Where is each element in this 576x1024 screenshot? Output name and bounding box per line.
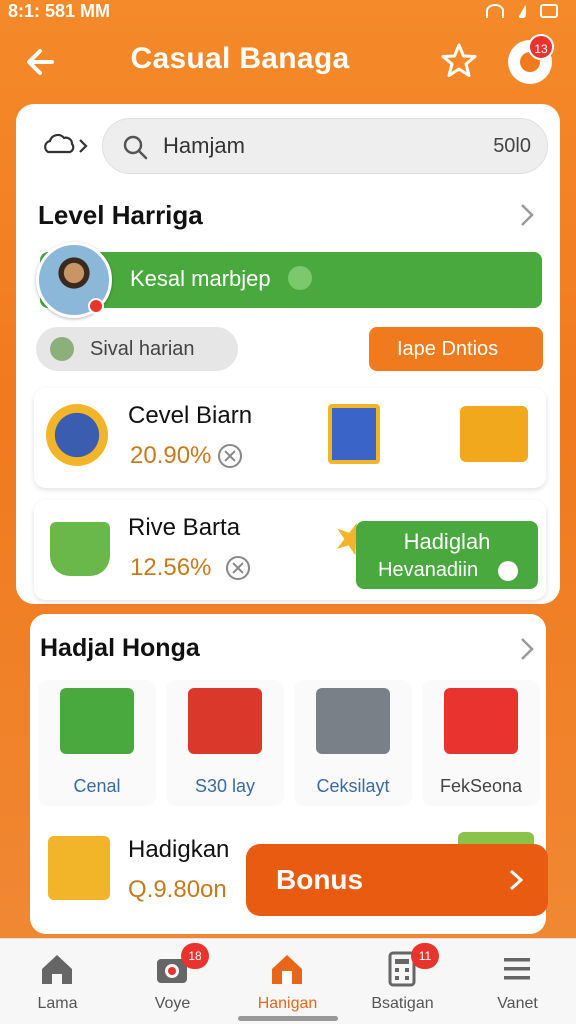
gift-art-icon (60, 688, 134, 754)
reward-title: Cevel Biarn (128, 402, 253, 429)
banner-text: Kesal marbjep (130, 266, 271, 291)
close-icon[interactable] (218, 444, 242, 468)
battery-icon (540, 4, 558, 18)
nav-label: Voye (154, 995, 191, 1012)
notification-badge: 13 (528, 34, 554, 60)
ticket-card-icon (444, 688, 518, 754)
gift-tile[interactable]: Cenal (38, 680, 156, 806)
ticket-icon (328, 404, 380, 464)
reward-value: 12.56% (130, 554, 212, 581)
arrow-circle-icon (498, 561, 518, 581)
signal-icon (518, 4, 526, 18)
wifi-icon (486, 4, 504, 18)
nav-label: Vanet (497, 995, 538, 1012)
nav-label: Lama (37, 995, 78, 1012)
home-indicator[interactable] (238, 1016, 338, 1021)
nav-item-vanet[interactable]: Vanet (460, 939, 575, 1024)
search-row: Hamjam 50l0 (36, 118, 548, 174)
daily-pill[interactable]: Sival harian (36, 327, 238, 371)
gift-label: FekSeona (439, 776, 523, 796)
nav-label: Bsatigan (371, 995, 434, 1012)
level-section-title: Level Harriga (38, 200, 203, 230)
reward-value: 20.90% (130, 442, 212, 469)
status-bar: 8:1: 581 MM (0, 0, 576, 22)
nav-item-voye[interactable]: 18 Voye (115, 939, 230, 1024)
bottom-nav: Lama 18 Voye Hanigan 11 Bsatigan Vanet (0, 938, 576, 1024)
claim-button-line2: Hevanadiin (378, 559, 479, 581)
gift-tile[interactable]: Ceksilayt (294, 680, 412, 806)
options-button-label: Iape Dntios (397, 338, 499, 360)
nav-badge: 11 (411, 943, 439, 969)
nav-badge: 18 (181, 943, 209, 969)
gift-box-icon (188, 688, 262, 754)
chevron-right-icon (509, 869, 524, 891)
avatar-status-badge (88, 298, 104, 314)
menu-icon (504, 958, 530, 980)
gift-section-title: Hadjal Honga (40, 634, 200, 662)
gift-label: S30 lay (194, 776, 256, 796)
chevron-right-icon[interactable] (518, 636, 536, 662)
app-header: Casual Banaga 13 (0, 28, 576, 94)
reward-row-level[interactable]: Cevel Biarn 20.90% (34, 388, 546, 488)
search-query: Hamjam (163, 133, 245, 158)
bucket-icon (50, 522, 110, 576)
status-icons (486, 4, 558, 18)
star-icon[interactable] (438, 40, 480, 82)
nav-item-bsatigan[interactable]: 11 Bsatigan (345, 939, 460, 1024)
cloud-icon[interactable] (40, 130, 92, 160)
leaf-icon (50, 337, 74, 361)
treasure-chest-icon (48, 836, 110, 900)
close-icon[interactable] (226, 556, 250, 580)
home-icon (272, 955, 302, 984)
bonus-button-label: Bonus (276, 864, 364, 895)
bonus-row-value: Q.9.80on (128, 876, 227, 903)
gift-tile[interactable]: S30 lay (166, 680, 284, 806)
chest-icon (316, 688, 390, 754)
reward-title: Rive Barta (128, 514, 241, 541)
nav-item-hanigan[interactable]: Hanigan (230, 939, 345, 1024)
daily-pill-label: Sival harian (90, 338, 195, 360)
claim-button-line1: Hadiglah (403, 529, 491, 554)
bonus-button[interactable]: Bonus (246, 844, 548, 916)
claim-reward-button[interactable]: Hadiglah Hevanadiin (356, 521, 538, 589)
search-icon (123, 135, 148, 160)
pin-icon (288, 266, 312, 290)
bonus-row-title: Hadigkan (128, 836, 230, 863)
status-time: 8:1: 581 MM (8, 0, 111, 21)
nav-label: Hanigan (257, 995, 318, 1012)
gift-label: Cenal (73, 776, 121, 796)
page-title: Casual Banaga (130, 42, 350, 75)
search-input[interactable]: Hamjam 50l0 (102, 118, 548, 174)
chevron-right-icon[interactable] (518, 202, 536, 228)
home-icon (42, 955, 72, 984)
gift-label: Ceksilayt (316, 776, 390, 796)
medal-icon (46, 404, 108, 466)
gift-grid: Cenal S30 lay Ceksilayt FekSeona (38, 680, 542, 806)
gift-tile[interactable]: FekSeona (422, 680, 540, 806)
search-count: 50l0 (493, 135, 531, 157)
options-button[interactable]: Iape Dntios (369, 327, 543, 371)
crate-icon (460, 406, 528, 462)
nav-item-lama[interactable]: Lama (0, 939, 115, 1024)
